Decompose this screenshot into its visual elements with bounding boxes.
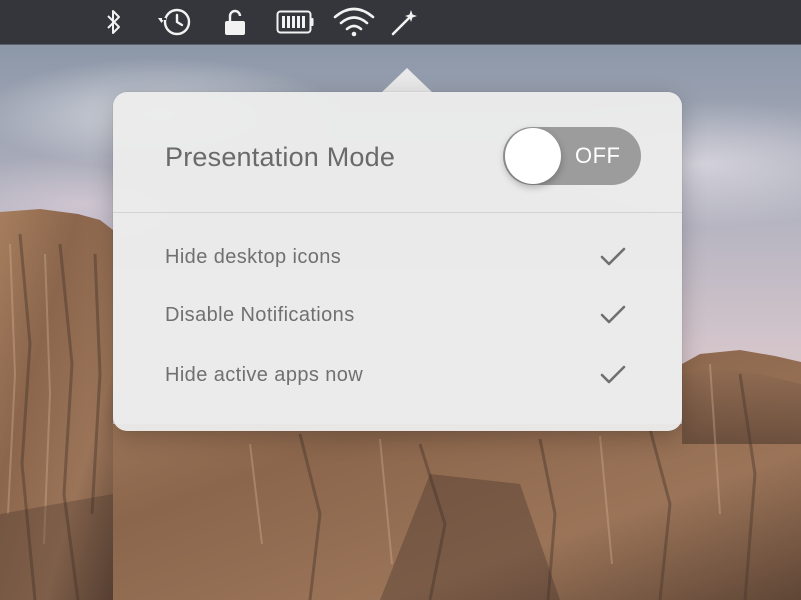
bluetooth-icon[interactable] bbox=[102, 6, 126, 38]
popover-arrow bbox=[381, 68, 433, 93]
menu-bar bbox=[0, 0, 801, 44]
lock-icon[interactable] bbox=[224, 6, 246, 38]
toggle-knob[interactable] bbox=[505, 128, 561, 184]
option-hide-active-apps[interactable]: Hide active apps now bbox=[113, 351, 682, 399]
presentation-mode-toggle[interactable]: OFF bbox=[503, 127, 641, 185]
option-label: Hide desktop icons bbox=[165, 246, 342, 268]
presentation-mode-title: Presentation Mode bbox=[165, 142, 396, 172]
option-label: Hide active apps now bbox=[165, 364, 364, 386]
option-hide-desktop-icons[interactable]: Hide desktop icons bbox=[113, 233, 682, 281]
magic-wand-icon[interactable] bbox=[390, 6, 420, 38]
option-label: Disable Notifications bbox=[165, 304, 355, 326]
option-disable-notifications[interactable]: Disable Notifications bbox=[113, 291, 682, 339]
battery-icon[interactable] bbox=[276, 6, 314, 38]
divider bbox=[113, 212, 682, 213]
wifi-icon[interactable] bbox=[333, 6, 375, 38]
checkmark-icon bbox=[600, 365, 626, 384]
toggle-state-label: OFF bbox=[575, 143, 621, 168]
checkmark-icon bbox=[600, 305, 626, 324]
presentation-mode-popover: Presentation Mode OFF Hide desktop icons… bbox=[113, 92, 682, 431]
time-machine-icon[interactable] bbox=[155, 6, 195, 38]
checkmark-icon bbox=[600, 247, 626, 266]
